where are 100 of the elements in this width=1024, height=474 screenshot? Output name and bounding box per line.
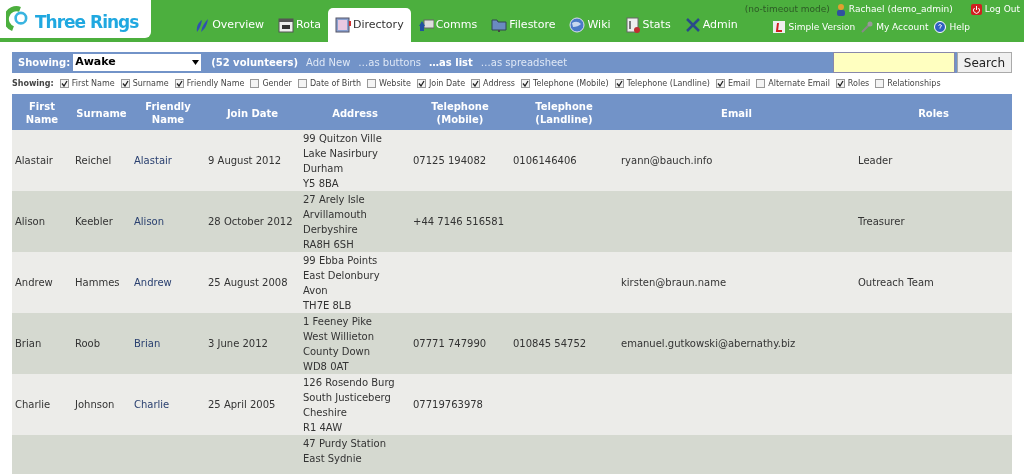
checkbox[interactable] [614, 79, 624, 88]
wrench-icon [861, 21, 874, 34]
address-line: TH7E 8LB [303, 298, 353, 313]
address-line: RA8H 6SH [303, 237, 355, 252]
search-button[interactable]: Search [956, 52, 1012, 73]
table-cell: 010845 54752 [513, 338, 587, 349]
user-icon [835, 3, 846, 16]
column-checkbox[interactable]: Website [367, 77, 411, 90]
checkbox[interactable] [416, 79, 426, 88]
tools-icon [684, 17, 701, 33]
showing-label: Showing: [18, 56, 71, 70]
table-cell: Outreach Team [858, 277, 934, 288]
table-cell: 07771 747990 [413, 338, 487, 349]
address-line: East Sydnie [303, 452, 363, 466]
address-line: West Willieton [303, 329, 376, 344]
friendly-name-link[interactable]: Brian [134, 338, 161, 349]
table-cell: Andrew [15, 277, 53, 288]
friendly-name-link[interactable]: Alison [134, 216, 165, 227]
mode-text: (no-timeout mode) [744, 3, 830, 16]
table-cell: Charlie [15, 399, 51, 410]
checkbox[interactable] [120, 79, 130, 88]
table-cell: Treasurer [858, 216, 905, 227]
table-cell: 07125 194082 [413, 155, 487, 166]
address-line: 99 Quitzon Ville [303, 131, 383, 146]
table-cell: Leader [858, 155, 893, 166]
column-header: Telephone (Mobile) [410, 96, 510, 130]
checkbox[interactable] [250, 79, 260, 88]
column-header: Telephone (Landline) [510, 96, 618, 130]
column-checkbox[interactable]: First Name [59, 77, 115, 90]
column-checkbox[interactable]: Gender [250, 77, 292, 90]
check-icon [472, 80, 480, 87]
help-icon [934, 21, 947, 34]
address-line: 1 Feeney Pike [303, 314, 373, 329]
checkbox[interactable] [59, 79, 69, 88]
address-line: Derbyshire [303, 222, 359, 237]
check-icon [717, 80, 724, 87]
address-line: Y5 8BA [303, 176, 340, 191]
folder-icon [491, 17, 508, 33]
table-cell: Reichel [75, 155, 112, 166]
check-icon [836, 80, 844, 87]
column-checkbox[interactable]: Telephone (Mobile) [520, 77, 609, 90]
table-cell: kirsten@braun.name [621, 277, 727, 288]
column-checkbox[interactable]: Surname [120, 77, 169, 90]
checkbox[interactable] [367, 79, 376, 88]
column-checkbox[interactable]: Address [471, 77, 515, 90]
address-line: Avon [303, 283, 329, 298]
table-cell: emanuel.gutkowski@abernathy.biz [621, 338, 796, 349]
column-checkbox[interactable]: Date of Birth [297, 77, 361, 90]
table-cell: +44 7146 516581 [413, 216, 505, 227]
leaf-icon [194, 17, 211, 33]
column-checkbox[interactable]: Alternate Email [756, 77, 830, 90]
column-checkbox[interactable]: Join Date [416, 77, 466, 90]
globe-icon [569, 17, 586, 33]
table-cell: 0106146406 [513, 155, 577, 166]
nav-tab[interactable]: Directory [327, 8, 411, 42]
dropdown-caret-icon [192, 60, 200, 65]
calendar-icon [278, 17, 294, 33]
friendly-name-link[interactable]: Andrew [134, 277, 172, 288]
friendly-name-link[interactable]: Alastair [134, 155, 172, 166]
friendly-name-link[interactable]: Charlie [134, 399, 170, 410]
table-cell: ryann@bauch.info [621, 155, 713, 166]
check-icon [175, 80, 183, 87]
table-cell: Johnson [75, 399, 115, 410]
mail-arrows-icon [417, 17, 434, 33]
check-icon [521, 80, 529, 87]
column-checkbox[interactable]: Friendly Name [174, 77, 245, 90]
checkbox[interactable] [716, 79, 725, 88]
table-cell: 25 April 2005 [208, 399, 276, 410]
checkbox[interactable] [174, 79, 184, 88]
table-cell: 07719763978 [413, 399, 483, 410]
checkbox[interactable] [756, 79, 766, 88]
checkbox[interactable] [875, 79, 885, 88]
address-line: 27 Arely Isle [303, 192, 366, 207]
address-line: WD8 0AT [303, 359, 350, 374]
table-cell: 3 June 2012 [208, 338, 268, 349]
column-header: First Name [12, 96, 72, 130]
address-book-icon [334, 17, 351, 33]
table-cell: Alison [15, 216, 46, 227]
checkbox[interactable] [471, 79, 481, 88]
column-checkbox[interactable]: Email [716, 77, 751, 90]
table-cell: Alastair [15, 155, 53, 166]
column-checkbox[interactable]: Telephone (Landline) [614, 77, 710, 90]
column-checkbox[interactable]: Roles [835, 77, 870, 90]
table-cell: Roob [75, 338, 101, 349]
column-header: Surname [72, 96, 131, 130]
address-line: Lake Nasirbury [303, 146, 379, 161]
check-icon [60, 80, 68, 87]
chart-document-icon [624, 17, 641, 33]
checkbox[interactable] [835, 79, 845, 88]
checkbox[interactable] [297, 79, 307, 88]
column-checkbox[interactable]: Relationships [875, 77, 941, 90]
table-cell: 25 August 2008 [208, 277, 288, 288]
column-header: Email [618, 96, 855, 130]
table-cell: 9 August 2012 [208, 155, 282, 166]
search-field[interactable] [832, 52, 955, 73]
address-line: 99 Ebba Points [303, 253, 379, 268]
checkbox[interactable] [520, 79, 530, 88]
table-cell: 28 October 2012 [208, 216, 293, 227]
filter-select[interactable]: Awake [73, 54, 202, 71]
address-line: East Delonbury [303, 268, 381, 283]
